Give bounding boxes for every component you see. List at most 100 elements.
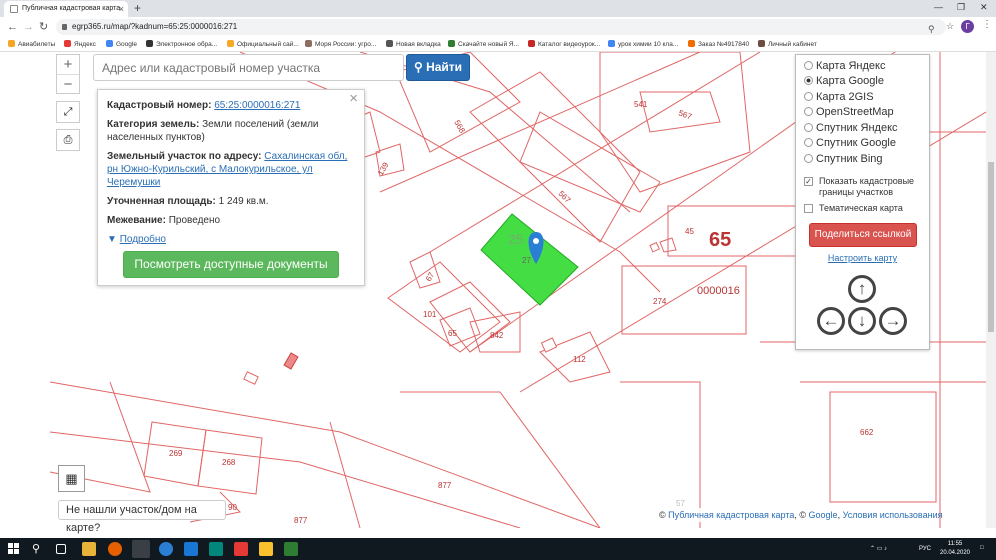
lock-icon xyxy=(62,24,67,30)
bookmark-item[interactable]: Авиабилеты xyxy=(8,39,55,50)
bookmark-item[interactable]: Официальный сай... xyxy=(227,39,299,50)
browser-tab[interactable]: Публичная кадастровая карта × xyxy=(4,1,128,17)
pan-left-icon[interactable]: ← xyxy=(817,307,845,335)
svg-text:567: 567 xyxy=(557,189,573,205)
bookmark-item[interactable]: Google xyxy=(106,39,137,50)
map-type-option[interactable]: Карта Google xyxy=(804,74,884,88)
input-language[interactable]: РУС xyxy=(919,546,931,553)
popup-close-icon[interactable]: × xyxy=(349,91,358,106)
new-tab-button[interactable]: + xyxy=(134,0,141,16)
bookmark-item[interactable]: Моря России: угро... xyxy=(305,39,376,50)
category-label: Категория земель: xyxy=(107,119,200,130)
windows-start-icon[interactable] xyxy=(8,543,20,555)
checkbox-checked-icon: ✓ xyxy=(804,177,813,186)
pan-right-icon[interactable]: → xyxy=(879,307,907,335)
zoom-control: + − xyxy=(56,54,80,94)
map-type-option[interactable]: Спутник Google xyxy=(804,136,896,150)
page-favicon-icon xyxy=(10,5,18,13)
bookmark-item[interactable]: Скачайте новый Я... xyxy=(448,39,519,50)
browser-menu-icon[interactable]: ⋮ xyxy=(982,19,992,30)
app-icon[interactable] xyxy=(209,542,223,556)
radio-icon xyxy=(804,154,813,163)
google-link[interactable]: Google xyxy=(809,510,838,520)
terms-link[interactable]: Условия использования xyxy=(843,510,943,520)
printer-icon: ⎙ xyxy=(63,134,73,146)
task-view-icon[interactable] xyxy=(56,544,66,554)
svg-text:268: 268 xyxy=(222,458,236,467)
bookmark-item[interactable]: урок химии 10 кла... xyxy=(608,39,678,50)
map-type-option[interactable]: Спутник Bing xyxy=(804,152,883,166)
maximize-icon[interactable]: ❐ xyxy=(957,0,965,15)
zoom-in-button[interactable]: + xyxy=(57,55,79,74)
bookmark-item[interactable]: Каталог видеоурок... xyxy=(528,39,600,50)
svg-text:269: 269 xyxy=(169,449,183,458)
forward-icon[interactable]: → xyxy=(23,19,34,35)
map-type-option[interactable]: OpenStreetMap xyxy=(804,105,894,119)
svg-text:842: 842 xyxy=(490,331,504,340)
clock-date[interactable]: 20.04.2020 xyxy=(938,550,972,557)
svg-text:27: 27 xyxy=(522,256,531,265)
zoom-out-button[interactable]: − xyxy=(57,74,79,93)
svg-text:101: 101 xyxy=(423,310,437,319)
bookmark-star-icon[interactable]: ☆ xyxy=(946,21,954,32)
svg-text:567: 567 xyxy=(677,108,693,121)
survey-value: Проведено xyxy=(168,215,221,226)
thematic-map-checkbox[interactable]: Тематическая карта xyxy=(804,203,922,214)
show-borders-checkbox[interactable]: ✓ Показать кадастровые границы участков xyxy=(804,176,922,198)
map-type-option[interactable]: Карта Яндекс xyxy=(804,59,885,73)
view-documents-button[interactable]: Посмотреть доступные документы xyxy=(123,251,339,278)
page-scrollbar[interactable] xyxy=(986,52,996,528)
clock-time[interactable]: 11:55 xyxy=(938,541,972,548)
kad-number-link[interactable]: 65:25:0000016:271 xyxy=(214,100,300,111)
search-button[interactable]: ⚲ Найти xyxy=(406,54,470,81)
app-icon[interactable] xyxy=(234,542,248,556)
pan-down-icon[interactable]: ↓ xyxy=(848,307,876,335)
tab-close-icon[interactable]: × xyxy=(119,1,124,17)
map-type-option[interactable]: Карта 2GIS xyxy=(804,90,874,104)
zoom-icon[interactable]: ⚲ xyxy=(928,21,935,37)
pkk-link[interactable]: Публичная кадастровая карта xyxy=(668,510,794,520)
svg-text:65: 65 xyxy=(448,329,457,338)
scrollbar-thumb[interactable] xyxy=(988,162,994,332)
details-toggle[interactable]: ▼ Подробно xyxy=(107,233,355,246)
bookmark-item[interactable]: Электронное обра... xyxy=(146,39,217,50)
radio-icon xyxy=(804,138,813,147)
edge-icon[interactable] xyxy=(159,542,173,556)
bookmark-item[interactable]: Личный кабинет xyxy=(758,39,817,50)
search-icon[interactable]: ⚲ xyxy=(32,542,46,556)
share-link-button[interactable]: Поделиться ссылкой xyxy=(809,223,917,247)
minimize-icon[interactable]: — xyxy=(934,0,943,15)
svg-text:112: 112 xyxy=(573,355,586,364)
app-icon[interactable] xyxy=(259,542,273,556)
explorer-icon[interactable] xyxy=(82,542,96,556)
map-settings-panel: Карта Яндекс Карта Google Карта 2GIS Ope… xyxy=(795,54,930,350)
area-value: 1 249 кв.м. xyxy=(218,196,269,207)
app-icon[interactable] xyxy=(284,542,298,556)
book-icon[interactable]: ▦ xyxy=(58,465,85,492)
back-icon[interactable]: ← xyxy=(7,19,18,35)
search-input[interactable] xyxy=(93,54,404,81)
avatar[interactable]: Г xyxy=(961,20,974,33)
window-close-icon[interactable]: ✕ xyxy=(980,0,988,15)
notifications-icon[interactable]: □ xyxy=(980,545,984,552)
tray-icons[interactable]: ⌃ ▭ ♪ xyxy=(870,546,887,553)
configure-map-link[interactable]: Настроить карту xyxy=(796,253,929,263)
map-type-option[interactable]: Спутник Яндекс xyxy=(804,121,898,135)
firefox-icon[interactable] xyxy=(108,542,122,556)
survey-label: Межевание: xyxy=(107,215,166,226)
bookmark-item[interactable]: Заказ №4917840 xyxy=(688,39,749,50)
fullscreen-button[interactable]: ⤢ xyxy=(56,101,80,123)
pan-up-icon[interactable]: ↑ xyxy=(848,275,876,303)
reload-icon[interactable]: ↻ xyxy=(39,19,48,35)
print-button[interactable]: ⎙ xyxy=(56,129,80,151)
chrome-icon[interactable] xyxy=(132,540,150,558)
svg-text:45: 45 xyxy=(685,227,694,236)
bookmark-item[interactable]: Новая вкладка xyxy=(386,39,441,50)
app-icon[interactable] xyxy=(184,542,198,556)
url-field[interactable]: egrp365.ru/map/?kadnum=65:25:0000016:271… xyxy=(56,19,946,35)
bookmark-item[interactable]: Яндекс xyxy=(64,39,96,50)
radio-icon xyxy=(804,61,813,70)
bookmarks-bar: Авиабилеты Яндекс Google Электронное обр… xyxy=(0,37,996,52)
not-found-button[interactable]: Не нашли участок/дом на карте? xyxy=(58,500,226,534)
svg-text:541: 541 xyxy=(634,100,648,109)
